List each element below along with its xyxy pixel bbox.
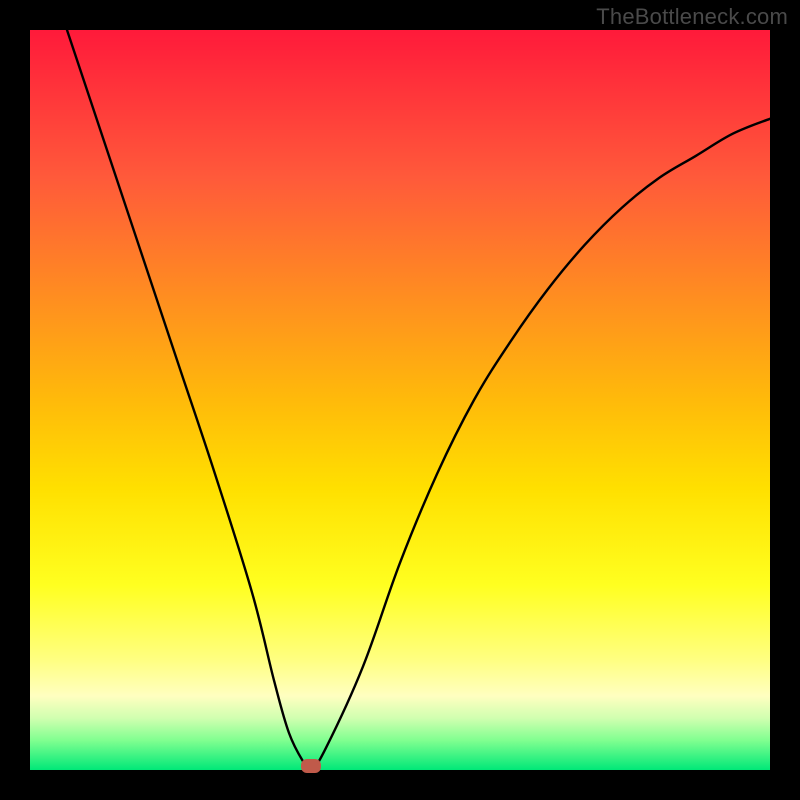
chart-curve-svg [30,30,770,770]
optimal-point-marker [301,759,321,773]
watermark-text: TheBottleneck.com [596,4,788,30]
chart-plot-area [30,30,770,770]
bottleneck-curve-path [67,30,770,770]
